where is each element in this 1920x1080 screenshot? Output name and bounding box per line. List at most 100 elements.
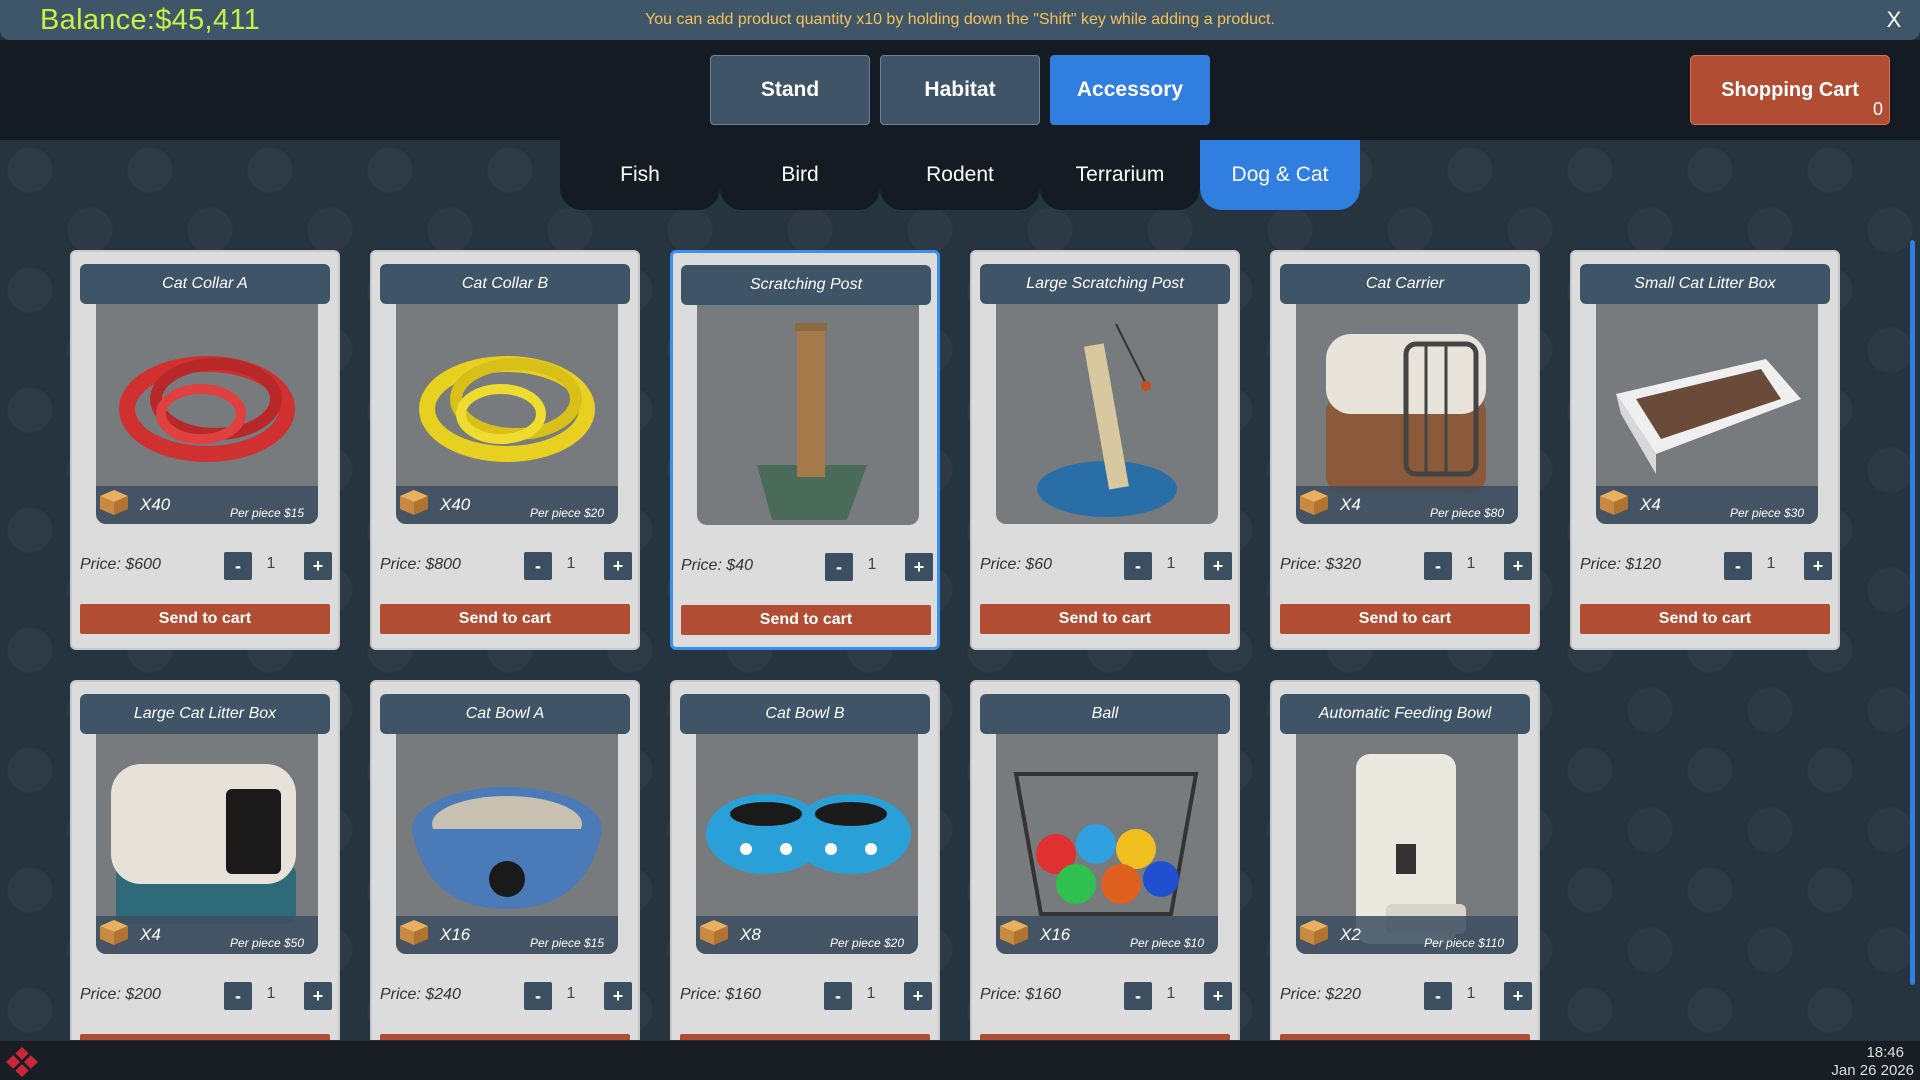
subtab-terrarium[interactable]: Terrarium xyxy=(1040,140,1200,210)
send-to-cart-button[interactable]: Send to cart xyxy=(980,604,1230,634)
tab-habitat[interactable]: Habitat xyxy=(880,55,1040,125)
product-price: Price: $320 xyxy=(1280,556,1361,573)
top-info-bar: Balance:$45,411 You can add product quan… xyxy=(0,0,1920,40)
shopping-cart-button[interactable]: Shopping Cart 0 xyxy=(1690,55,1890,125)
quantity-value: 1 xyxy=(1466,985,1476,1002)
subtab-bird[interactable]: Bird xyxy=(720,140,880,210)
pack-info: X4 Per piece $30 xyxy=(1596,486,1818,524)
quantity-value: 1 xyxy=(566,555,576,572)
pack-info: X40 Per piece $15 xyxy=(96,486,318,524)
pack-quantity: X4 xyxy=(140,925,161,944)
send-to-cart-button[interactable]: Send to cart xyxy=(681,605,931,635)
pack-quantity: X8 xyxy=(740,925,761,944)
product-card[interactable]: Cat Bowl BX8Per piece $20Price: $160-1+S… xyxy=(670,680,940,1040)
subtab-dog-cat[interactable]: Dog & Cat xyxy=(1200,140,1360,210)
decrease-quantity-button[interactable]: - xyxy=(224,982,252,1010)
product-image xyxy=(996,304,1218,524)
box-icon xyxy=(1300,490,1328,515)
decrease-quantity-button[interactable]: - xyxy=(1124,552,1152,580)
quantity-value: 1 xyxy=(1166,555,1176,572)
send-to-cart-button[interactable]: Send to cart xyxy=(80,604,330,634)
clock-date: Jan 26 2026 xyxy=(1831,1062,1914,1079)
product-price: Price: $240 xyxy=(380,986,461,1003)
decrease-quantity-button[interactable]: - xyxy=(1424,552,1452,580)
product-image: X2 Per piece $110 xyxy=(1296,734,1518,954)
subtab-fish[interactable]: Fish xyxy=(560,140,720,210)
product-image: X4 Per piece $30 xyxy=(1596,304,1818,524)
decrease-quantity-button[interactable]: - xyxy=(524,982,552,1010)
per-piece-price: Per piece $10 xyxy=(1129,936,1204,950)
pack-quantity: X4 xyxy=(1340,495,1361,514)
product-price: Price: $220 xyxy=(1280,986,1361,1003)
decrease-quantity-button[interactable]: - xyxy=(824,982,852,1010)
subtab-rodent[interactable]: Rodent xyxy=(880,140,1040,210)
product-card[interactable]: BallX16Per piece $10Price: $160-1+Send t… xyxy=(970,680,1240,1040)
product-card[interactable]: Small Cat Litter Box X4 Per piece $30 Price… xyxy=(1570,250,1840,650)
product-card[interactable]: Scratching Post Price: $40 -1 + Send to cart xyxy=(670,250,940,650)
product-card[interactable]: Large Scratching Post Price: $60 -1 + Send t… xyxy=(970,250,1240,650)
decrease-quantity-button[interactable]: - xyxy=(1124,982,1152,1010)
decrease-quantity-button[interactable]: - xyxy=(1724,552,1752,580)
send-to-cart-button[interactable]: Send to cart xyxy=(380,604,630,634)
increase-quantity-button[interactable]: + xyxy=(1504,552,1532,580)
tab-accessory[interactable]: Accessory xyxy=(1050,55,1210,125)
per-piece-price: Per piece $15 xyxy=(529,936,604,950)
increase-quantity-button[interactable]: + xyxy=(1804,552,1832,580)
taskbar: 18:46 Jan 26 2026 xyxy=(0,1040,1920,1080)
quantity-value: 1 xyxy=(566,985,576,1002)
quantity-value: 1 xyxy=(1766,555,1776,572)
increase-quantity-button[interactable]: + xyxy=(904,982,932,1010)
decrease-quantity-button[interactable]: - xyxy=(825,553,853,581)
increase-quantity-button[interactable]: + xyxy=(1204,552,1232,580)
product-card[interactable]: Cat Collar B X40 Per piece $20 Price: $800 -… xyxy=(370,250,640,650)
increase-quantity-button[interactable]: + xyxy=(304,982,332,1010)
pack-quantity: X4 xyxy=(1640,495,1661,514)
product-title: Cat Bowl A xyxy=(380,694,630,734)
product-price: Price: $200 xyxy=(80,986,161,1003)
increase-quantity-button[interactable]: + xyxy=(304,552,332,580)
product-title: Small Cat Litter Box xyxy=(1580,264,1830,304)
pack-info: X2 Per piece $110 xyxy=(1296,916,1518,954)
decrease-quantity-button[interactable]: - xyxy=(1424,982,1452,1010)
product-price: Price: $600 xyxy=(80,556,161,573)
cart-count-badge: 0 xyxy=(1872,99,1883,119)
product-card[interactable]: Automatic Feeding Bowl X2 Per piece $110 Pr… xyxy=(1270,680,1540,1040)
product-image: X16 Per piece $10 xyxy=(996,734,1218,954)
product-title: Scratching Post xyxy=(681,265,931,305)
send-to-cart-button[interactable]: Send to cart xyxy=(1580,604,1830,634)
pack-info: X4 Per piece $50 xyxy=(96,916,318,954)
per-piece-price: Per piece $50 xyxy=(229,936,304,950)
pack-quantity: X16 xyxy=(440,925,471,944)
pack-info: X16 Per piece $15 xyxy=(396,916,618,954)
decrease-quantity-button[interactable]: - xyxy=(224,552,252,580)
increase-quantity-button[interactable]: + xyxy=(1204,982,1232,1010)
scratching-post-icon xyxy=(757,323,867,520)
product-price: Price: $160 xyxy=(680,986,761,1003)
product-image: X40 Per piece $15 xyxy=(96,304,318,524)
quantity-value: 1 xyxy=(866,985,876,1002)
increase-quantity-button[interactable]: + xyxy=(905,553,933,581)
pack-info: X8 Per piece $20 xyxy=(696,916,918,954)
decrease-quantity-button[interactable]: - xyxy=(524,552,552,580)
increase-quantity-button[interactable]: + xyxy=(604,982,632,1010)
product-image: X4 Per piece $50 xyxy=(96,734,318,954)
increase-quantity-button[interactable]: + xyxy=(1504,982,1532,1010)
pack-info: X40 Per piece $20 xyxy=(396,486,618,524)
send-to-cart-button[interactable]: Send to cart xyxy=(1280,604,1530,634)
per-piece-price: Per piece $80 xyxy=(1429,506,1504,520)
product-image: X16 Per piece $15 xyxy=(396,734,618,954)
box-icon xyxy=(100,920,128,945)
app-logo-icon[interactable] xyxy=(4,1045,40,1079)
product-price: Price: $60 xyxy=(980,556,1053,573)
tab-stand[interactable]: Stand xyxy=(710,55,870,125)
close-button[interactable]: X xyxy=(1882,8,1906,32)
product-card[interactable]: Cat Collar A X40 Per piece $15 Price: $600 -… xyxy=(70,250,340,650)
product-title: Large Scratching Post xyxy=(980,264,1230,304)
box-icon xyxy=(700,920,728,945)
grid-scrollbar[interactable] xyxy=(1910,240,1915,985)
product-title: Cat Collar A xyxy=(80,264,330,304)
product-card[interactable]: Large Cat Litter Box X4 Per piece $50 Price… xyxy=(70,680,340,1040)
product-card[interactable]: Cat Carrier X4 Per piece $80 Price: $320 -1 +… xyxy=(1270,250,1540,650)
product-card[interactable]: Cat Bowl A X16 Per piece $15 Price: $240 -1 +… xyxy=(370,680,640,1040)
increase-quantity-button[interactable]: + xyxy=(604,552,632,580)
